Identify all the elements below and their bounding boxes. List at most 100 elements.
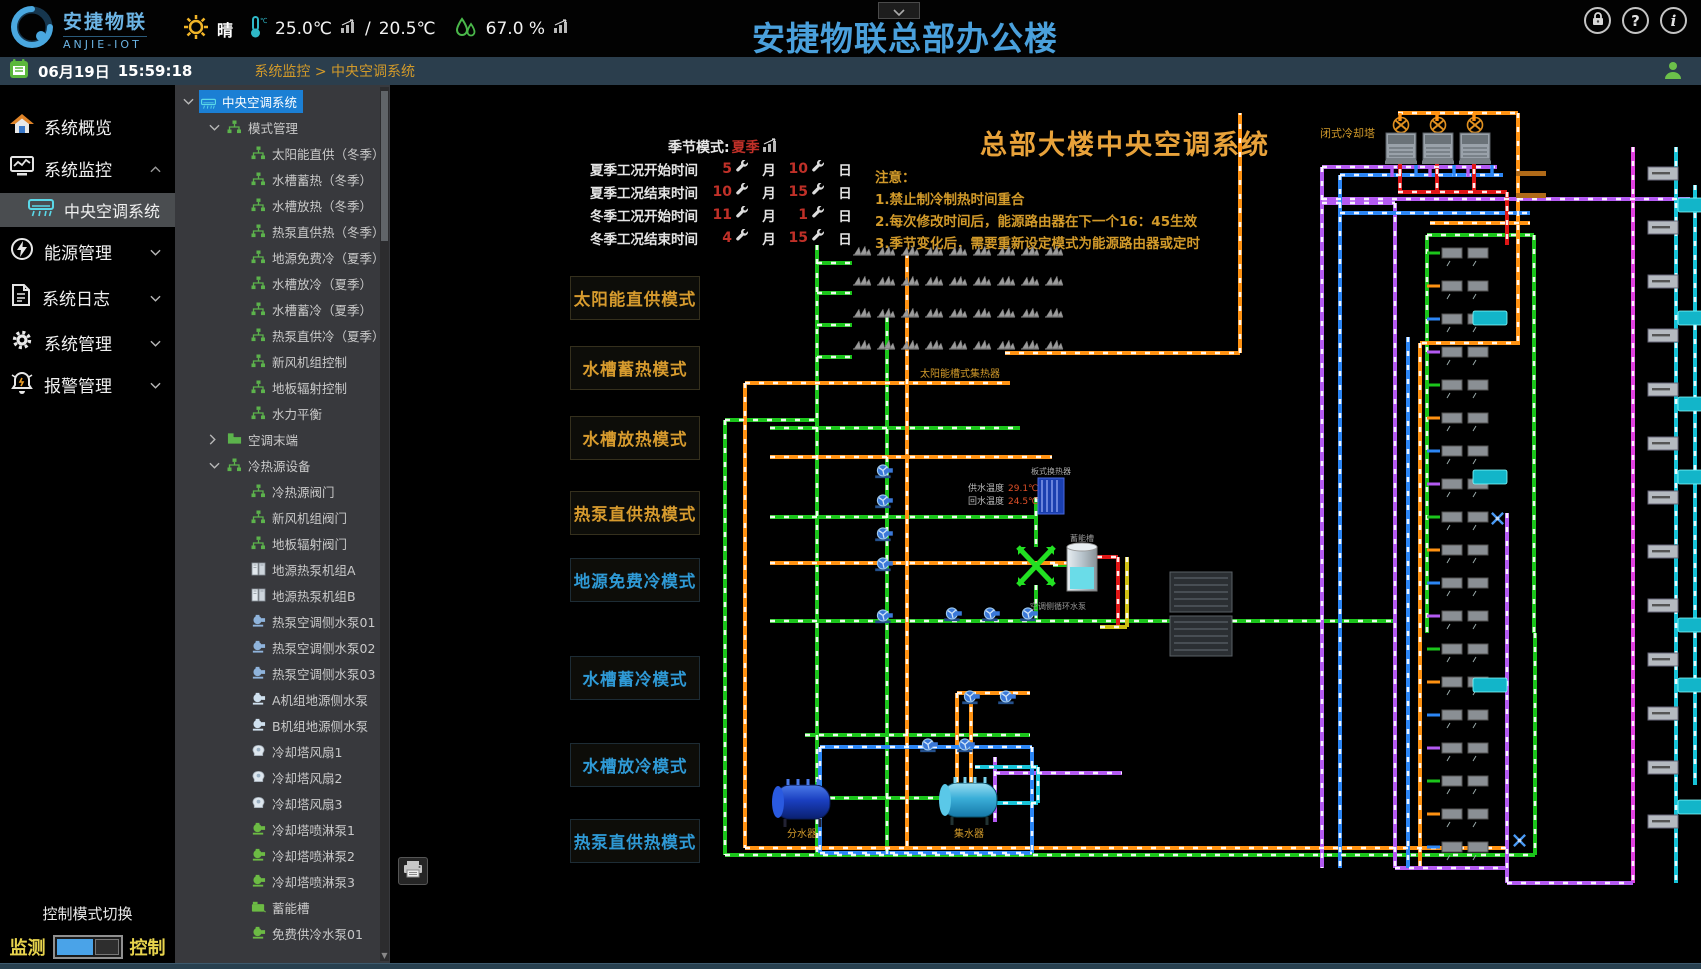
- sidebar-item-6[interactable]: 报警管理: [0, 365, 175, 403]
- pump-group-label: 空调侧循环水泵: [1030, 601, 1086, 611]
- tree-item-7[interactable]: 水槽放冷（夏季）: [175, 270, 390, 296]
- water-pump-icon[interactable]: [875, 495, 893, 508]
- unit-control-button[interactable]: [1473, 678, 1507, 692]
- print-button[interactable]: [398, 857, 428, 885]
- tree-item-29[interactable]: 冷却塔喷淋泵2: [175, 842, 390, 868]
- water-collector[interactable]: [939, 777, 997, 825]
- tree-item-6[interactable]: 地源免费冷（夏季）: [175, 244, 390, 270]
- weather-condition: 晴: [217, 17, 233, 41]
- tree-item-label: 模式管理: [248, 118, 298, 137]
- unit-control-button[interactable]: [1678, 678, 1701, 692]
- tree-item-18[interactable]: 地源热泵机组A: [175, 556, 390, 582]
- unit-control-button[interactable]: [1678, 198, 1701, 212]
- tree-item-25[interactable]: 冷却塔风扇1: [175, 738, 390, 764]
- trend-chart-icon[interactable]: [340, 19, 357, 38]
- breadcrumb[interactable]: 系统监控 > 中央空调系统: [254, 61, 415, 81]
- tree-item-32[interactable]: 免费供冷水泵01: [175, 920, 390, 946]
- info-button[interactable]: i: [1660, 7, 1687, 34]
- storage-tank[interactable]: [1067, 543, 1097, 591]
- solar-collector-array[interactable]: [853, 246, 1063, 349]
- sidebar-item-5[interactable]: 系统管理: [0, 323, 175, 361]
- sidebar-item-3[interactable]: 能源管理: [0, 232, 175, 270]
- tree-item-20[interactable]: 热泵空调侧水泵01: [175, 608, 390, 634]
- unit-control-button[interactable]: [1678, 618, 1701, 632]
- chevron-down-icon[interactable]: [209, 124, 221, 131]
- branch-tag: [1442, 512, 1462, 522]
- plate-heat-exchanger[interactable]: [1038, 478, 1064, 514]
- tree-item-3[interactable]: 水槽蓄热（冬季）: [175, 166, 390, 192]
- help-button[interactable]: ?: [1622, 7, 1649, 34]
- tree-item-24[interactable]: B机组地源侧水泵: [175, 712, 390, 738]
- water-pump-icon[interactable]: [875, 558, 893, 571]
- unit-control-button[interactable]: [1473, 311, 1507, 325]
- lock-button[interactable]: [1584, 7, 1611, 34]
- trend-chart-icon[interactable]: [553, 19, 570, 38]
- tree-item-19[interactable]: 地源热泵机组B: [175, 582, 390, 608]
- sidebar-item-1[interactable]: 系统监控: [0, 149, 175, 187]
- water-distributor[interactable]: [772, 779, 830, 827]
- tree-item-8[interactable]: 水槽蓄冷（夏季）: [175, 296, 390, 322]
- tree-item-16[interactable]: 新风机组阀门: [175, 504, 390, 530]
- user-icon[interactable]: [1663, 60, 1683, 84]
- tree-item-27[interactable]: 冷却塔风扇3: [175, 790, 390, 816]
- fan-coil-icon[interactable]: [1492, 513, 1503, 524]
- tree-item-21[interactable]: 热泵空调侧水泵02: [175, 634, 390, 660]
- sidebar-item-2[interactable]: 中央空调系统: [0, 193, 175, 227]
- water-pump-icon[interactable]: [875, 528, 893, 541]
- chevron-down-icon: [150, 287, 161, 307]
- tree-item-9[interactable]: 热泵直供冷（夏季）: [175, 322, 390, 348]
- water-pump-icon[interactable]: [920, 739, 938, 752]
- tree-item-label: 热泵直供冷（夏季）: [272, 326, 385, 345]
- tree-item-12[interactable]: 水力平衡: [175, 400, 390, 426]
- crossover-valve[interactable]: [1018, 547, 1054, 585]
- water-pump-icon[interactable]: [982, 608, 1000, 621]
- pump-green-icon: [251, 822, 266, 836]
- tree-item-2[interactable]: 太阳能直供（冬季）: [175, 140, 390, 166]
- water-pump-icon[interactable]: [944, 608, 962, 621]
- tree-item-10[interactable]: 新风机组控制: [175, 348, 390, 374]
- tree-item-30[interactable]: 冷却塔喷淋泵3: [175, 868, 390, 894]
- scroll-down-icon[interactable]: ▼: [380, 951, 389, 960]
- status-bar: 06月19日 15:59:18 系统监控 > 中央空调系统: [0, 57, 1701, 85]
- mode-toggle[interactable]: [53, 935, 123, 959]
- tree-item-28[interactable]: 冷却塔喷淋泵1: [175, 816, 390, 842]
- scrollbar-thumb[interactable]: [381, 91, 388, 241]
- unit-control-button[interactable]: [1678, 470, 1701, 484]
- water-pump-icon[interactable]: [875, 610, 893, 623]
- tree-item-17[interactable]: 地板辐射阀门: [175, 530, 390, 556]
- collector-label: 集水器: [954, 827, 984, 840]
- tree-item-label: 冷热源阀门: [272, 482, 335, 501]
- tree-item-4[interactable]: 水槽放热（冬季）: [175, 192, 390, 218]
- unit-control-button[interactable]: [1678, 397, 1701, 411]
- tree-item-26[interactable]: 冷却塔风扇2: [175, 764, 390, 790]
- tree-item-1[interactable]: 模式管理: [175, 114, 390, 140]
- water-pump-icon[interactable]: [875, 465, 893, 478]
- tree-item-5[interactable]: 热泵直供热（冬季）: [175, 218, 390, 244]
- pipe-tag: [1516, 193, 1546, 198]
- chevron-right-icon[interactable]: [209, 434, 221, 445]
- sidebar-item-4[interactable]: 系统日志: [0, 278, 175, 316]
- unit-control-button[interactable]: [1678, 800, 1701, 814]
- tank-icon: [251, 900, 266, 914]
- unit-control-button[interactable]: [1678, 311, 1701, 325]
- tree-item-13[interactable]: 空调末端: [175, 426, 390, 452]
- tree-item-23[interactable]: A机组地源侧水泵: [175, 686, 390, 712]
- tree-item-22[interactable]: 热泵空调侧水泵03: [175, 660, 390, 686]
- chevron-down-icon[interactable]: [183, 98, 195, 105]
- sidebar-item-0[interactable]: 系统概览: [0, 107, 175, 145]
- tree-item-15[interactable]: 冷热源阀门: [175, 478, 390, 504]
- tree-item-0[interactable]: 中央空调系统: [175, 88, 390, 114]
- fan-coil-icon[interactable]: [1514, 835, 1525, 846]
- tree-scrollbar[interactable]: ▼: [380, 87, 389, 961]
- unit-control-button[interactable]: [1473, 470, 1507, 484]
- heat-pump-units[interactable]: [1170, 572, 1232, 656]
- pump-blue-icon: [251, 614, 266, 628]
- tree-item-31[interactable]: 蓄能槽: [175, 894, 390, 920]
- cooling-towers[interactable]: [1384, 118, 1492, 165]
- chevron-down-icon[interactable]: [209, 462, 221, 469]
- sidebar-item-label: 系统管理: [44, 330, 112, 355]
- pump-blue-icon: [251, 640, 266, 654]
- tree-item-11[interactable]: 地板辐射控制: [175, 374, 390, 400]
- tree-item-14[interactable]: 冷热源设备: [175, 452, 390, 478]
- node-icon: [251, 354, 266, 368]
